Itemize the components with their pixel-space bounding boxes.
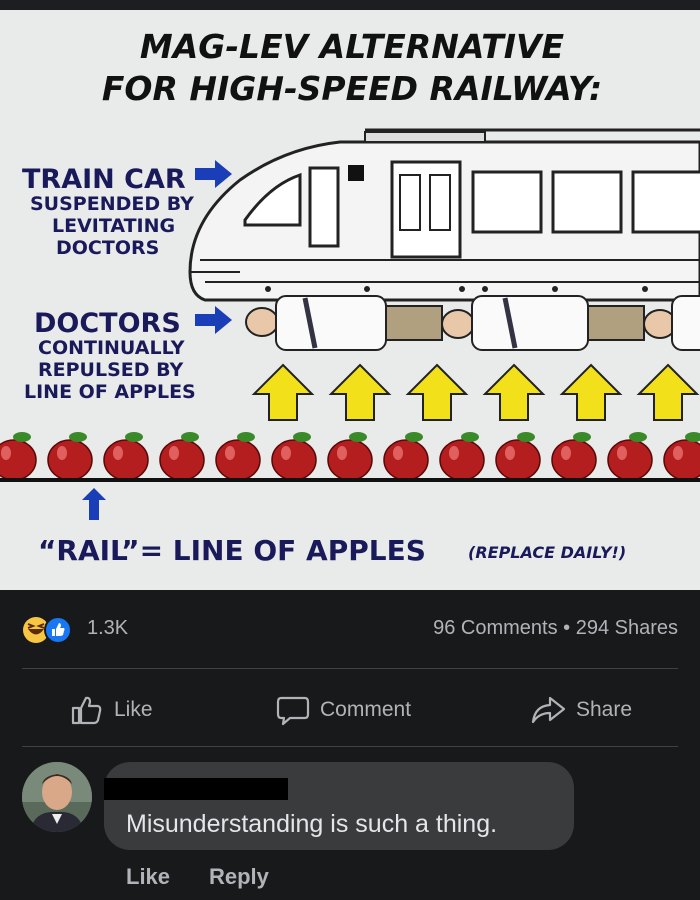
apple-icon bbox=[47, 432, 93, 481]
like-icon bbox=[44, 616, 72, 644]
top-bar bbox=[0, 0, 700, 10]
train-car-label-line1: TRAIN CAR bbox=[22, 164, 186, 195]
doctor-figure-3 bbox=[643, 295, 700, 351]
train-car-label-line4: DOCTORS bbox=[56, 237, 159, 259]
apple-icon bbox=[495, 432, 541, 481]
repulsion-arrows bbox=[251, 363, 700, 421]
apple-icon bbox=[607, 432, 653, 481]
doctors-arrow-icon bbox=[195, 306, 232, 334]
apple-icon bbox=[0, 432, 37, 481]
doctor-figure-2 bbox=[441, 295, 645, 351]
share-icon bbox=[531, 696, 566, 724]
meme-title-line2: FOR HIGH-SPEED RAILWAY: bbox=[102, 69, 602, 108]
doctor-figure-1 bbox=[245, 295, 443, 351]
up-arrow-icon bbox=[328, 363, 392, 421]
doctors-label: DOCTORS CONTINUALLY REPULSED BY LINE OF … bbox=[24, 308, 196, 403]
reaction-count[interactable]: 1.3K bbox=[87, 617, 128, 640]
meme-illustration: MAG-LEV ALTERNATIVE FOR HIGH-SPEED RAILW… bbox=[0, 27, 700, 567]
comment-like-link[interactable]: Like bbox=[126, 864, 170, 890]
meme-title-line1: MAG-LEV ALTERNATIVE bbox=[140, 27, 565, 66]
share-button[interactable]: Share bbox=[530, 690, 632, 730]
doctors-label-line4: LINE OF APPLES bbox=[24, 381, 196, 403]
apple-icon bbox=[159, 432, 205, 481]
up-arrow-icon bbox=[251, 363, 315, 421]
thumbs-up-icon bbox=[71, 696, 102, 725]
up-arrow-icon bbox=[482, 363, 546, 421]
apple-icon bbox=[271, 432, 317, 481]
meme-image[interactable]: MAG-LEV ALTERNATIVE FOR HIGH-SPEED RAILW… bbox=[0, 10, 700, 590]
like-button[interactable]: Like bbox=[70, 690, 153, 730]
comment-button[interactable]: Comment bbox=[276, 690, 411, 730]
redacted-name bbox=[104, 778, 288, 800]
comment-reply-link[interactable]: Reply bbox=[209, 864, 269, 890]
levitating-doctors bbox=[245, 295, 700, 351]
like-label: Like bbox=[114, 698, 153, 721]
up-arrow-icon bbox=[636, 363, 700, 421]
reaction-icons[interactable] bbox=[22, 616, 82, 644]
rail-arrow-icon bbox=[82, 488, 106, 520]
train-arrow-icon bbox=[195, 160, 232, 188]
doctors-label-line3: REPULSED BY bbox=[38, 359, 184, 381]
train-car-label-line3: LEVITATING bbox=[52, 215, 175, 237]
train-car-label-line2: SUSPENDED BY bbox=[30, 193, 194, 215]
comment-icon bbox=[276, 696, 310, 726]
comments-shares-count[interactable]: 96 Comments • 294 Shares bbox=[433, 617, 678, 640]
comment-label: Comment bbox=[320, 698, 412, 721]
divider bbox=[22, 668, 678, 669]
up-arrow-icon bbox=[559, 363, 623, 421]
apple-icon bbox=[327, 432, 373, 481]
comment-text: Misunderstanding is such a thing. bbox=[126, 810, 498, 838]
doctors-label-line2: CONTINUALLY bbox=[38, 337, 185, 359]
replace-note: (REPLACE DAILY!) bbox=[468, 543, 626, 562]
train-car-label: TRAIN CAR SUSPENDED BY LEVITATING DOCTOR… bbox=[22, 164, 194, 259]
up-arrow-icon bbox=[405, 363, 469, 421]
apple-icon bbox=[103, 432, 149, 481]
doctors-label-line1: DOCTORS bbox=[34, 308, 181, 339]
share-label: Share bbox=[576, 698, 633, 721]
avatar[interactable] bbox=[22, 762, 92, 832]
apple-rail bbox=[0, 432, 700, 481]
divider bbox=[22, 746, 678, 747]
apple-icon bbox=[215, 432, 261, 481]
apple-icon bbox=[383, 432, 429, 481]
apple-icon bbox=[439, 432, 485, 481]
apple-icon bbox=[551, 432, 597, 481]
rail-label: “RAIL”= LINE OF APPLES bbox=[38, 534, 426, 567]
apple-icon bbox=[663, 432, 700, 481]
train-car bbox=[188, 128, 700, 302]
